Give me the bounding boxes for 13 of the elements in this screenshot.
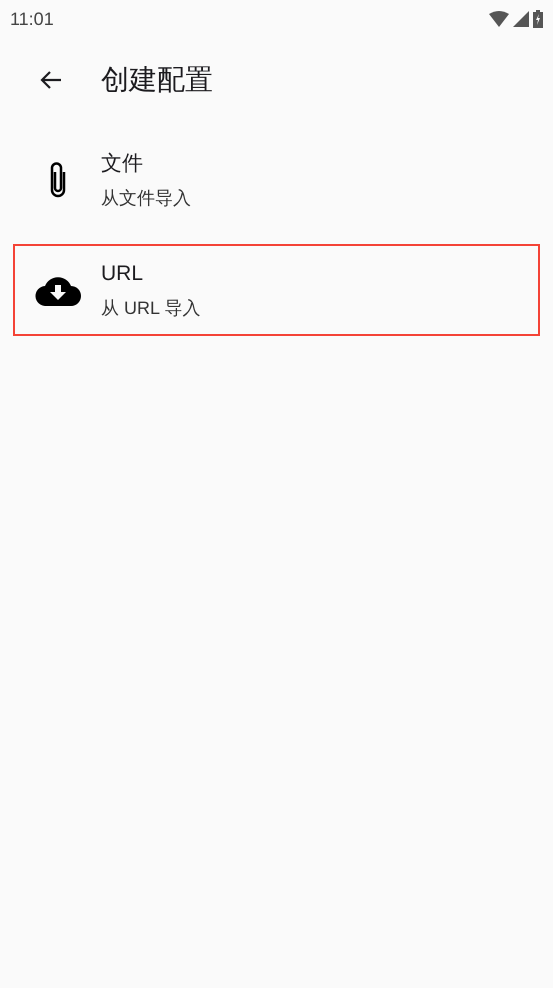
item-subtitle: 从文件导入 [101, 187, 191, 209]
battery-charging-icon [533, 10, 543, 28]
cloud-download-icon [35, 274, 81, 306]
item-title: 文件 [101, 151, 144, 177]
list-item[interactable]: URL 从 URL 导入 [13, 244, 540, 336]
page-title: 创建配置 [101, 63, 213, 97]
list-item[interactable]: 文件 从文件导入 [13, 134, 540, 226]
wifi-icon [489, 11, 509, 27]
signal-icon [513, 11, 529, 27]
item-title: URL [101, 261, 144, 287]
item-subtitle: 从 URL 导入 [101, 297, 200, 319]
status-time: 11:01 [10, 8, 54, 30]
back-arrow-icon[interactable] [40, 70, 62, 90]
